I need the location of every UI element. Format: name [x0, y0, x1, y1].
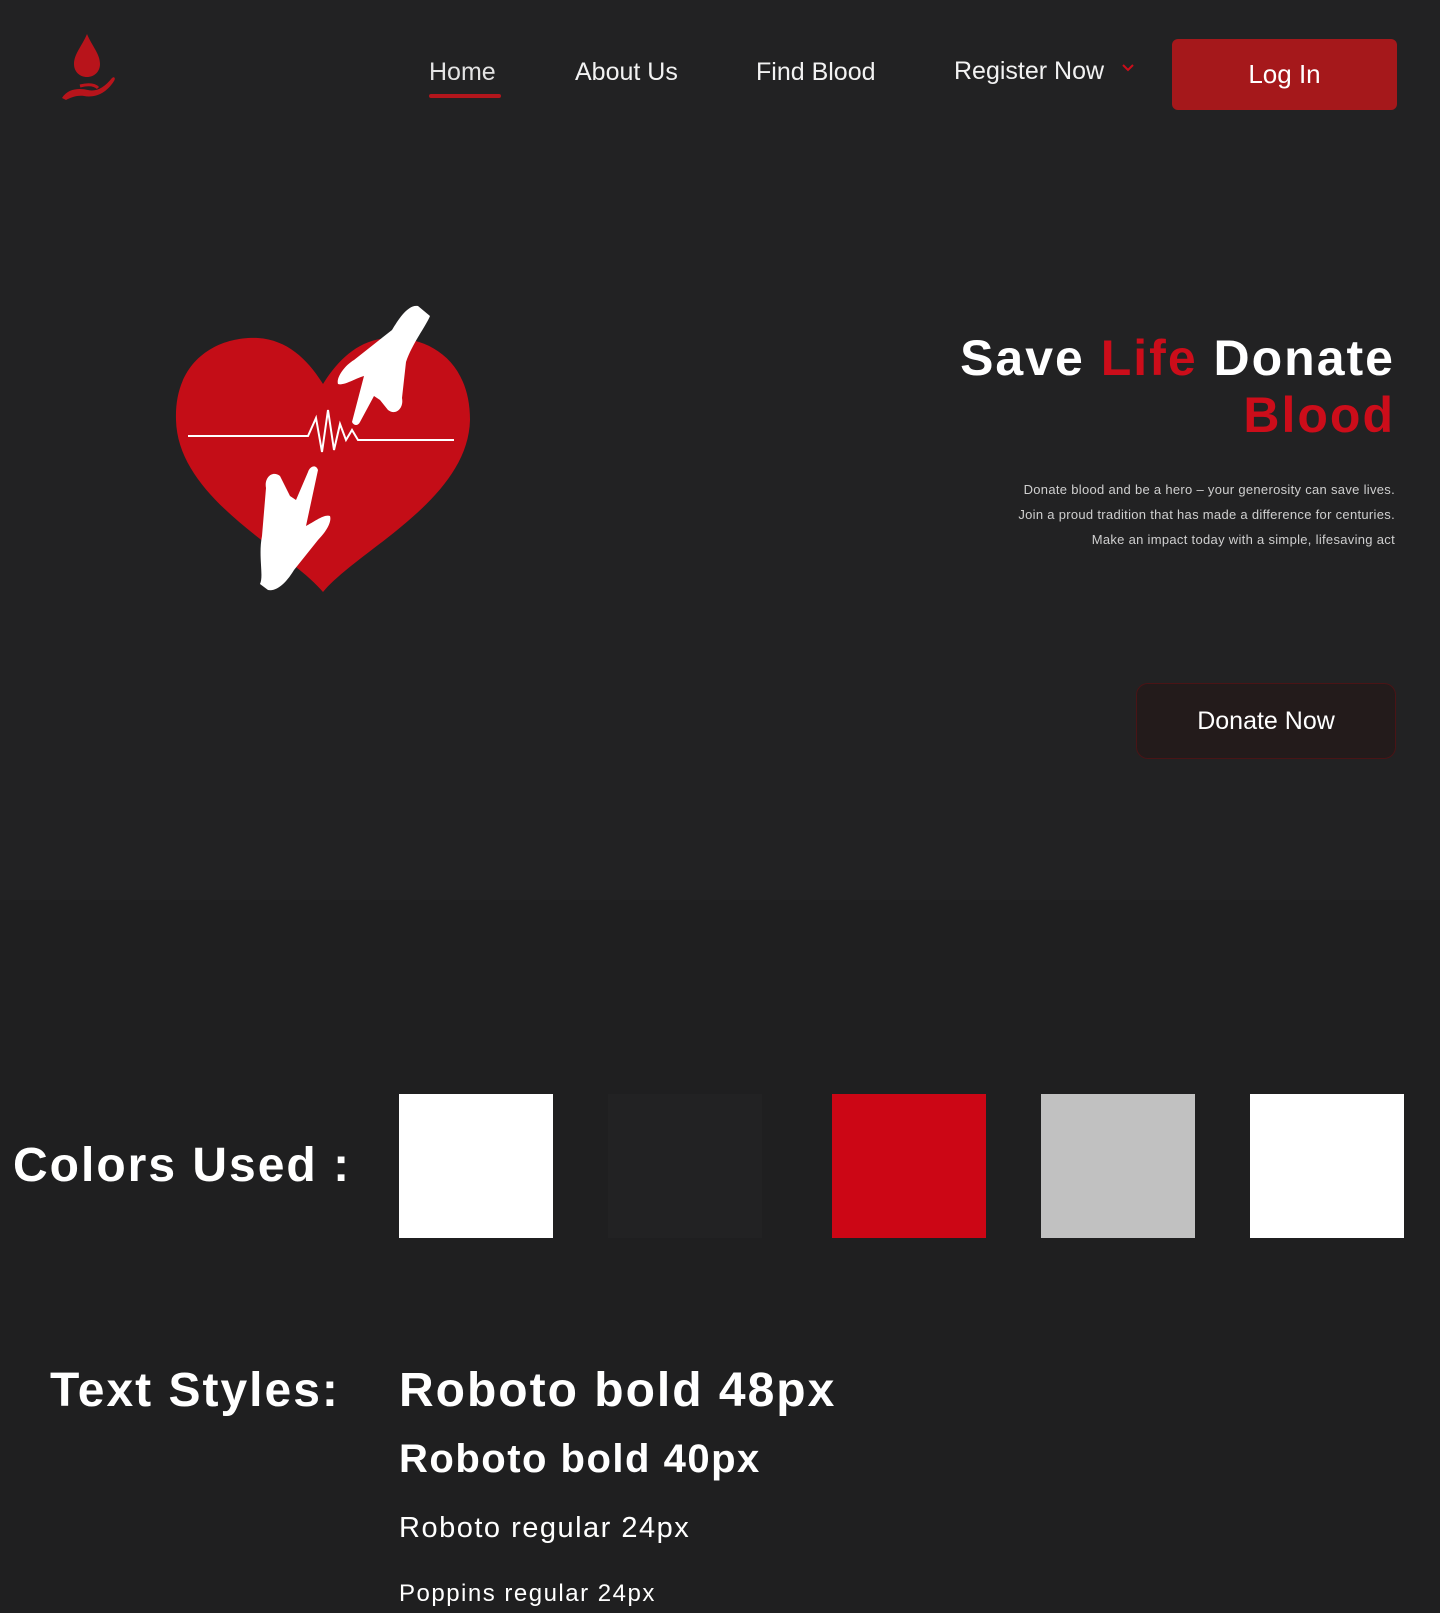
hero-desc-line: Join a proud tradition that has made a d…	[1018, 507, 1395, 522]
color-swatch-red	[832, 1094, 986, 1238]
hero-title: Save Life Donate Blood	[960, 330, 1395, 444]
nav-find-blood[interactable]: Find Blood	[756, 58, 876, 87]
hero-title-blood: Blood	[1243, 387, 1395, 443]
color-swatch-white-2	[1250, 1094, 1404, 1238]
heart-hands-pulse-icon	[175, 305, 470, 592]
nav-register-now[interactable]: Register Now	[954, 57, 1104, 86]
nav-about-us[interactable]: About Us	[575, 58, 678, 87]
colors-used-label: Colors Used :	[13, 1139, 352, 1192]
text-style-sample: Poppins regular 24px	[399, 1580, 656, 1607]
text-styles-label: Text Styles:	[50, 1364, 340, 1417]
donate-now-button[interactable]: Donate Now	[1136, 683, 1396, 759]
hero-title-life: Life	[1100, 330, 1198, 386]
active-nav-indicator	[429, 94, 501, 98]
hero-description: Donate blood and be a hero – your genero…	[835, 477, 1395, 552]
text-style-sample: Roboto bold 40px	[399, 1437, 761, 1481]
blood-drop-hand-icon[interactable]	[58, 32, 116, 102]
color-swatch-dark	[608, 1094, 762, 1238]
login-button[interactable]: Log In	[1172, 39, 1397, 110]
color-swatch-gray	[1041, 1094, 1195, 1238]
chevron-down-icon[interactable]	[1121, 63, 1135, 73]
hero-title-save: Save	[960, 330, 1101, 386]
color-swatch-white	[399, 1094, 553, 1238]
hero-desc-line: Make an impact today with a simple, life…	[1091, 532, 1395, 547]
hero-desc-line: Donate blood and be a hero – your genero…	[1023, 482, 1395, 497]
text-style-sample: Roboto regular 24px	[399, 1512, 691, 1544]
text-style-sample: Roboto bold 48px	[399, 1364, 837, 1417]
nav-home[interactable]: Home	[429, 58, 496, 87]
hero-title-donate: Donate	[1197, 330, 1395, 386]
